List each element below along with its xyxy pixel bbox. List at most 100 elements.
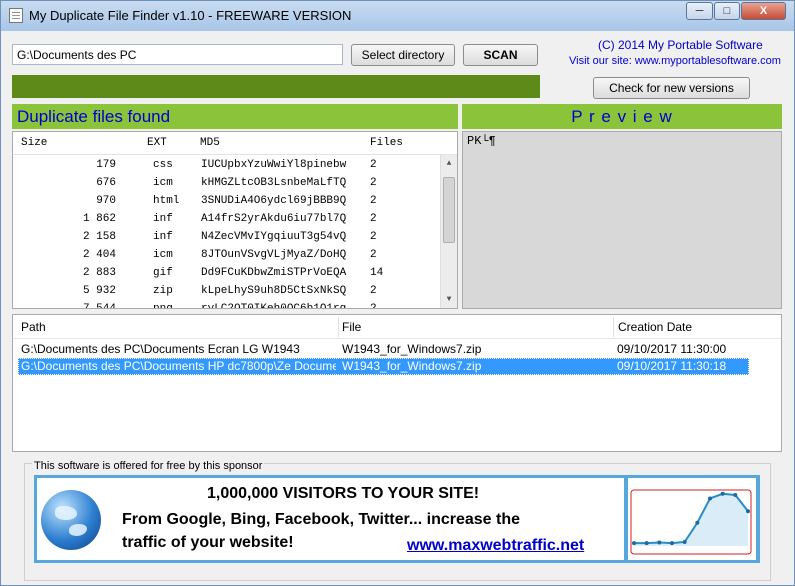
graph-point (746, 509, 750, 514)
app-icon (9, 8, 23, 23)
col-path[interactable]: Path (21, 320, 46, 334)
directory-input[interactable]: G:\Documents des PC (12, 44, 343, 65)
duplicates-header: Size EXT MD5 Files (13, 132, 457, 155)
table-row[interactable]: 2 883 gif Dd9FCuKDbwZmiSTPrVoEQA 14 (13, 264, 441, 282)
scroll-down-icon[interactable]: ▼ (441, 291, 457, 308)
table-row[interactable]: 5 932 zip kLpeLhyS9uh8D5CtSxNkSQ 2 (13, 282, 441, 300)
table-row[interactable]: 2 158 inf N4ZecVMvIYgqiuuT3g54vQ 2 (13, 228, 441, 246)
table-row[interactable]: 179 css IUCUpbxYzuWwiYl8pinebw 2 (13, 156, 441, 174)
path-cell: G:\Documents des PC\Documents HP dc7800p… (21, 359, 336, 373)
duplicates-list[interactable]: Size EXT MD5 Files 179 css IUCUpbxYzuWwiYl… (12, 131, 458, 309)
list-item[interactable]: G:\Documents des PC\Documents HP dc7800p… (18, 358, 749, 375)
files-cell: 2 (370, 303, 377, 309)
copyright-text: (C) 2014 My Portable Software (598, 38, 763, 52)
created-cell: 09/10/2017 11:30:00 (617, 342, 727, 356)
ext-cell: inf (153, 231, 173, 243)
website-text[interactable]: Visit our site: www.myportablesoftware.c… (569, 55, 781, 67)
ext-cell: icm (153, 177, 173, 189)
list-item[interactable]: G:\Documents des PC\Documents Ecran LG W… (18, 341, 749, 358)
graph-point (657, 540, 662, 545)
main-window: My Duplicate File Finder v1.10 - FREEWAR… (0, 0, 795, 586)
col-file[interactable]: File (342, 320, 361, 334)
ext-cell: zip (153, 285, 173, 297)
file-cell: W1943_for_Windows7.zip (342, 342, 482, 356)
banner-line1: From Google, Bing, Facebook, Twitter... … (122, 511, 520, 528)
size-cell: 5 932 (82, 285, 116, 297)
col-size[interactable]: Size (21, 132, 47, 155)
scan-button[interactable]: SCAN (463, 44, 538, 66)
md5-cell: ryLC2OT0IKeh0OC6b1Q1rg (201, 303, 347, 309)
path-cell: G:\Documents des PC\Documents Ecran LG W… (21, 342, 300, 356)
close-button[interactable]: X (741, 2, 786, 20)
table-row[interactable]: 970 html 3SNUDiA4O6ydcl69jBBB9Q 2 (13, 192, 441, 210)
duplicates-heading: Duplicate files found (12, 104, 458, 129)
graph-point (733, 492, 738, 497)
created-cell: 09/10/2017 11:30:18 (617, 359, 727, 373)
globe-icon (41, 490, 101, 550)
md5-cell: Dd9FCuKDbwZmiSTPrVoEQA (201, 267, 347, 279)
graph-point (644, 541, 649, 546)
sponsor-label: This software is offered for free by thi… (32, 460, 265, 472)
scrollbar-thumb[interactable] (443, 177, 455, 243)
title-bar[interactable]: My Duplicate File Finder v1.10 - FREEWAR… (1, 1, 794, 31)
graph-point (670, 541, 674, 546)
md5-cell: N4ZecVMvIYgqiuuT3g54vQ (201, 231, 347, 243)
files-cell: 2 (370, 231, 377, 243)
md5-cell: IUCUpbxYzuWwiYl8pinebw (201, 159, 347, 171)
size-cell: 1 862 (82, 213, 116, 225)
preview-pane: PK└¶ (462, 131, 782, 309)
ext-cell: css (153, 159, 173, 171)
ext-cell: icm (153, 249, 173, 261)
banner-headline: 1,000,000 VISITORS TO YOUR SITE! (207, 485, 480, 502)
graph-point (632, 541, 636, 546)
scan-progress-bar (12, 75, 540, 98)
paths-list[interactable]: Path File Creation Date G:\Documents des… (12, 314, 782, 452)
graph-point (695, 520, 700, 525)
traffic-graph-svg (630, 489, 752, 555)
files-cell: 2 (370, 159, 377, 171)
files-cell: 2 (370, 213, 377, 225)
md5-cell: A14frS2yrAkdu6iu77bl7Q (201, 213, 347, 225)
select-directory-button[interactable]: Select directory (351, 44, 455, 66)
files-cell: 2 (370, 285, 377, 297)
column-divider[interactable] (613, 317, 614, 337)
size-cell: 2 158 (82, 231, 116, 243)
sponsor-banner[interactable]: 1,000,000 VISITORS TO YOUR SITE! From Go… (34, 475, 760, 563)
ext-cell: inf (153, 213, 173, 225)
ext-cell: html (153, 195, 180, 207)
col-ext[interactable]: EXT (147, 132, 167, 155)
md5-cell: kLpeLhyS9uh8D5CtSxNkSQ (201, 285, 347, 297)
md5-cell: 3SNUDiA4O6ydcl69jBBB9Q (201, 195, 347, 207)
minimize-button[interactable]: ─ (686, 2, 713, 20)
banner-url[interactable]: www.maxwebtraffic.net (407, 537, 584, 555)
graph-point (708, 496, 712, 501)
traffic-graph (628, 478, 756, 560)
file-cell: W1943_for_Windows7.zip (342, 359, 482, 373)
col-md5[interactable]: MD5 (200, 132, 220, 155)
window-title: My Duplicate File Finder v1.10 - FREEWAR… (29, 8, 352, 23)
md5-cell: kHMGZLtcOB3LsnbeMaLfTQ (201, 177, 347, 189)
graph-point (720, 491, 725, 496)
duplicates-scrollbar[interactable]: ▲ ▼ (440, 155, 457, 308)
size-cell: 2 883 (82, 267, 116, 279)
maximize-button[interactable]: □ (714, 2, 740, 20)
size-cell: 676 (96, 177, 116, 189)
banner-text-area: 1,000,000 VISITORS TO YOUR SITE! From Go… (37, 478, 624, 560)
column-divider[interactable] (338, 317, 339, 337)
banner-line2: traffic of your website! (122, 534, 294, 551)
table-row[interactable]: 7 544 png ryLC2OT0IKeh0OC6b1Q1rg 2 (13, 300, 441, 309)
check-versions-button[interactable]: Check for new versions (593, 77, 750, 99)
col-created[interactable]: Creation Date (618, 320, 692, 334)
files-cell: 14 (370, 267, 384, 279)
table-row[interactable]: 2 404 icm 8JTOunVSvgVLjMyaZ/DoHQ 2 (13, 246, 441, 264)
scroll-up-icon[interactable]: ▲ (441, 155, 457, 172)
table-row[interactable]: 676 icm kHMGZLtcOB3LsnbeMaLfTQ 2 (13, 174, 441, 192)
files-cell: 2 (370, 195, 377, 207)
md5-cell: 8JTOunVSvgVLjMyaZ/DoHQ (201, 249, 347, 261)
size-cell: 2 404 (82, 249, 116, 261)
files-cell: 2 (370, 249, 377, 261)
col-files[interactable]: Files (370, 132, 403, 155)
progress-fill (12, 75, 540, 98)
table-row[interactable]: 1 862 inf A14frS2yrAkdu6iu77bl7Q 2 (13, 210, 441, 228)
size-cell: 970 (96, 195, 116, 207)
